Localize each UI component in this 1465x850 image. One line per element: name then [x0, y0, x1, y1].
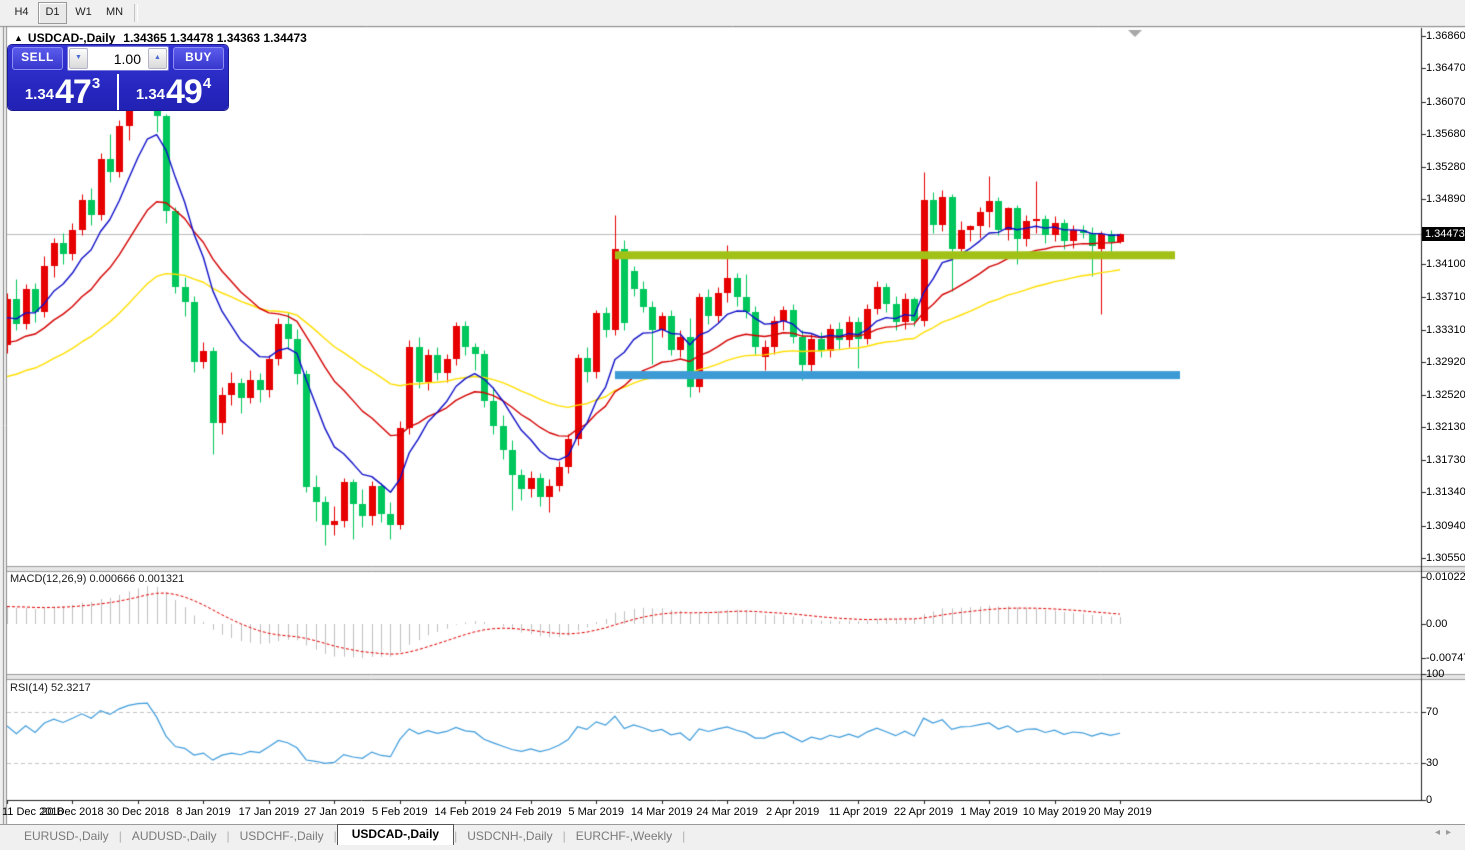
- timeframe-button-w1[interactable]: W1: [69, 2, 98, 24]
- price-axis-label: 1.36470: [1426, 62, 1465, 74]
- date-axis-label: 5 Mar 2019: [568, 806, 624, 818]
- date-axis-label: 8 Jan 2019: [176, 806, 230, 818]
- buy-price-sup: 4: [203, 75, 211, 92]
- symbol-tab-bar: EURUSD-,Daily|AUDUSD-,Daily|USDCHF-,Dail…: [0, 824, 1465, 846]
- volume-decrease-button[interactable]: ▼: [69, 48, 88, 69]
- sell-quote[interactable]: 1.34473: [8, 72, 117, 110]
- timeframe-button-h4[interactable]: H4: [7, 2, 36, 24]
- price-axis-label: 1.35680: [1426, 128, 1465, 140]
- price-axis-label: 1.30940: [1426, 520, 1465, 532]
- one-click-trading-panel: SELL ▼ ▲ BUY 1.34473 1.34494: [8, 45, 228, 110]
- tab-eurusd[interactable]: EURUSD-,Daily: [14, 827, 119, 845]
- macd-axis-label: -0.007477: [1426, 652, 1465, 664]
- rsi-indicator-label: RSI(14) 52.3217: [10, 682, 91, 694]
- date-axis-label: 20 May 2019: [1088, 806, 1152, 818]
- tab-separator: |: [682, 829, 685, 843]
- toolbar-separator: [134, 4, 138, 22]
- date-axis-label: 14 Feb 2019: [434, 806, 496, 818]
- date-axis-label: 10 May 2019: [1023, 806, 1087, 818]
- tab-scroll-left-icon[interactable]: ◂: [1435, 827, 1446, 838]
- buy-button[interactable]: BUY: [173, 47, 224, 70]
- price-axis-label: 1.34100: [1426, 258, 1465, 270]
- date-axis-label: 5 Feb 2019: [372, 806, 428, 818]
- tab-usdchf[interactable]: USDCHF-,Daily: [230, 827, 334, 845]
- ohlc-values: 1.34365 1.34478 1.34363 1.34473: [123, 31, 307, 45]
- price-axis-label: 1.35280: [1426, 161, 1465, 173]
- tab-audusd[interactable]: AUDUSD-,Daily: [122, 827, 227, 845]
- macd-axis-label: 0.010229: [1426, 571, 1465, 583]
- price-axis-label: 1.31340: [1426, 486, 1465, 498]
- macd-axis-label: 0.00: [1426, 618, 1447, 630]
- rsi-axis-label: 30: [1426, 757, 1438, 769]
- price-axis-label: 1.32130: [1426, 421, 1465, 433]
- symbol-name: USDCAD-,Daily: [28, 31, 115, 45]
- timeframe-button-d1[interactable]: D1: [38, 2, 67, 24]
- price-axis-label: 1.33310: [1426, 324, 1465, 336]
- volume-increase-button[interactable]: ▲: [148, 48, 167, 69]
- price-axis-label: 1.36070: [1426, 96, 1465, 108]
- buy-price-small: 1.34: [136, 86, 165, 103]
- buy-price-big: 49: [166, 78, 202, 106]
- sell-price-big: 47: [55, 78, 91, 106]
- price-axis-label: 1.36860: [1426, 30, 1465, 42]
- price-axis-label: 1.30550: [1426, 552, 1465, 564]
- rsi-axis-label: 100: [1426, 668, 1444, 680]
- tab-scroll-arrows: ◂▸: [1435, 827, 1457, 838]
- tab-eurchf[interactable]: EURCHF-,Weekly: [566, 827, 682, 845]
- price-axis-label: 1.33710: [1426, 291, 1465, 303]
- rsi-axis-label: 70: [1426, 706, 1438, 718]
- sell-button[interactable]: SELL: [12, 47, 63, 70]
- trade-panel-top-row: SELL ▼ ▲ BUY: [8, 45, 228, 72]
- volume-stepper: ▼ ▲: [67, 46, 169, 71]
- date-axis-label: 1 May 2019: [960, 806, 1017, 818]
- tab-usdcnh[interactable]: USDCNH-,Daily: [457, 827, 562, 845]
- price-axis-label: 1.32520: [1426, 389, 1465, 401]
- price-axis-label: 1.32920: [1426, 356, 1465, 368]
- trade-panel-quotes: 1.34473 1.34494: [8, 72, 228, 110]
- rsi-axis-label: 0: [1426, 794, 1432, 806]
- current-price-tag: 1.34473: [1422, 227, 1465, 241]
- date-axis-label: 27 Jan 2019: [304, 806, 365, 818]
- chart-canvas[interactable]: [0, 0, 1465, 850]
- date-axis-label: 20 Dec 2018: [41, 806, 103, 818]
- date-axis-label: 11 Apr 2019: [829, 806, 888, 818]
- date-axis-label: 30 Dec 2018: [107, 806, 169, 818]
- date-axis-label: 2 Apr 2019: [766, 806, 819, 818]
- tab-usdcad[interactable]: USDCAD-,Daily: [337, 824, 454, 845]
- price-axis-label: 1.31730: [1426, 454, 1465, 466]
- tab-scroll-right-icon[interactable]: ▸: [1446, 827, 1457, 838]
- chart-title: ▲ USDCAD-,Daily 1.34365 1.34478 1.34363 1.…: [14, 31, 307, 45]
- price-axis-label: 1.34890: [1426, 193, 1465, 205]
- date-axis-label: 22 Apr 2019: [894, 806, 953, 818]
- macd-indicator-label: MACD(12,26,9) 0.000666 0.001321: [10, 573, 184, 585]
- date-axis-label: 14 Mar 2019: [631, 806, 693, 818]
- sell-price-sup: 3: [92, 75, 100, 92]
- sell-price-small: 1.34: [25, 86, 54, 103]
- buy-quote[interactable]: 1.34494: [119, 72, 228, 110]
- volume-input[interactable]: [89, 50, 147, 68]
- collapse-arrow-icon[interactable]: ▲: [14, 33, 23, 43]
- date-axis-label: 17 Jan 2019: [239, 806, 300, 818]
- date-axis-label: 24 Feb 2019: [500, 806, 562, 818]
- timeframe-toolbar: H4D1W1MN: [0, 0, 1465, 25]
- timeframe-button-mn[interactable]: MN: [100, 2, 129, 24]
- date-axis-label: 24 Mar 2019: [696, 806, 758, 818]
